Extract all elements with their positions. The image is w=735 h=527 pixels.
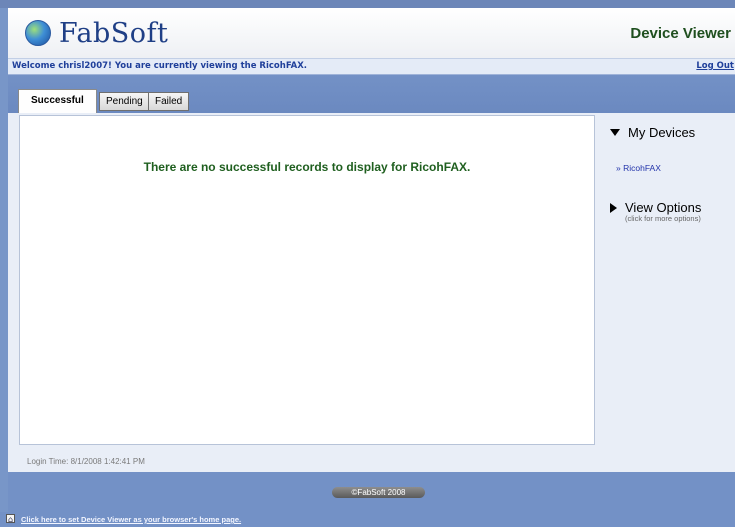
device-link-ricohfax[interactable]: » RicohFAX xyxy=(616,163,661,173)
triangle-right-icon xyxy=(610,202,617,213)
welcome-message: Welcome chrisl2007! You are currently vi… xyxy=(12,61,308,71)
main-content: There are no successful records to displ… xyxy=(8,113,598,472)
login-time: Login Time: 8/1/2008 1:42:41 PM xyxy=(27,457,145,466)
home-icon: ⌂ xyxy=(6,514,15,524)
bottom-bar: ⌂ Click here to set Device Viewer as you… xyxy=(0,512,735,527)
page-title: Device Viewer xyxy=(630,25,731,42)
fabsoft-logo: FabSoft xyxy=(59,18,169,49)
globe-icon xyxy=(25,20,51,46)
top-border-strip xyxy=(0,0,735,8)
view-options-heading[interactable]: View Options xyxy=(610,200,701,215)
tab-successful[interactable]: Successful xyxy=(18,89,97,113)
view-options-hint: (click for more options) xyxy=(625,214,701,223)
empty-records-message: There are no successful records to displ… xyxy=(143,160,471,174)
copyright-badge: ©FabSoft 2008 xyxy=(332,487,425,498)
my-devices-label: My Devices xyxy=(628,125,696,140)
welcome-bar: Welcome chrisl2007! You are currently vi… xyxy=(8,58,735,75)
logout-link[interactable]: Log Out xyxy=(696,61,734,71)
tab-pending[interactable]: Pending xyxy=(99,92,150,111)
triangle-down-icon xyxy=(610,129,620,137)
page-header: FabSoft Device Viewer xyxy=(8,8,735,58)
sidebar: My Devices » RicohFAX View Options (clic… xyxy=(598,113,735,472)
set-home-page-link[interactable]: Click here to set Device Viewer as your … xyxy=(21,515,241,524)
records-panel: There are no successful records to displ… xyxy=(19,115,595,445)
tab-failed[interactable]: Failed xyxy=(148,92,190,111)
my-devices-heading[interactable]: My Devices xyxy=(610,125,695,140)
view-options-label: View Options xyxy=(625,200,702,215)
